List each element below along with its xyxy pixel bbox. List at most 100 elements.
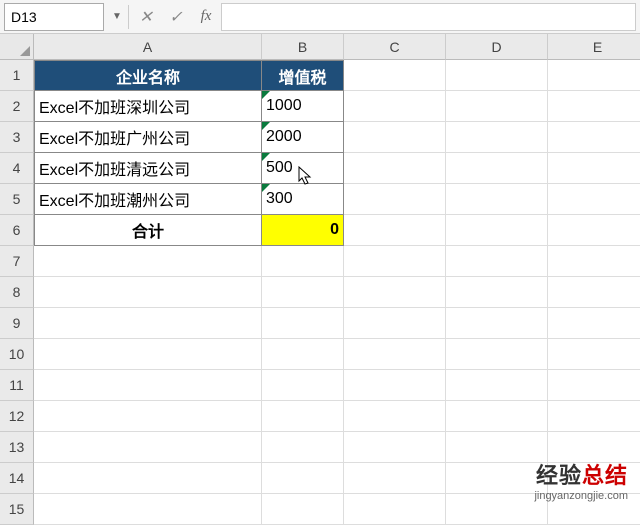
cell-D11[interactable] bbox=[446, 370, 548, 401]
cell-C6[interactable] bbox=[344, 215, 446, 246]
row-header-6[interactable]: 6 bbox=[0, 215, 34, 246]
total-value[interactable]: 0 bbox=[262, 215, 344, 246]
cell-A14[interactable] bbox=[34, 463, 262, 494]
cell-A15[interactable] bbox=[34, 494, 262, 525]
cancel-icon[interactable]: ✕ bbox=[131, 3, 161, 31]
cell-C1[interactable] bbox=[344, 60, 446, 91]
cell-B15[interactable] bbox=[262, 494, 344, 525]
cell-A13[interactable] bbox=[34, 432, 262, 463]
cell-A7[interactable] bbox=[34, 246, 262, 277]
col-header-a[interactable]: A bbox=[34, 34, 262, 60]
confirm-icon[interactable]: ✓ bbox=[161, 3, 191, 31]
cell-D3[interactable] bbox=[446, 122, 548, 153]
name-box[interactable]: D13 bbox=[4, 3, 104, 31]
row-header-7[interactable]: 7 bbox=[0, 246, 34, 277]
cell-D5[interactable] bbox=[446, 184, 548, 215]
cell-D8[interactable] bbox=[446, 277, 548, 308]
header-company-name[interactable]: 企业名称 bbox=[34, 60, 262, 91]
row-header-3[interactable]: 3 bbox=[0, 122, 34, 153]
cell-A8[interactable] bbox=[34, 277, 262, 308]
cell-B9[interactable] bbox=[262, 308, 344, 339]
cell-E14[interactable] bbox=[548, 463, 640, 494]
cell-B11[interactable] bbox=[262, 370, 344, 401]
cell-C14[interactable] bbox=[344, 463, 446, 494]
cell-D9[interactable] bbox=[446, 308, 548, 339]
name-box-dropdown[interactable]: ▼ bbox=[108, 11, 126, 22]
cell-B12[interactable] bbox=[262, 401, 344, 432]
cell-E11[interactable] bbox=[548, 370, 640, 401]
cell-C8[interactable] bbox=[344, 277, 446, 308]
cell-E10[interactable] bbox=[548, 339, 640, 370]
cell-C9[interactable] bbox=[344, 308, 446, 339]
cell-E13[interactable] bbox=[548, 432, 640, 463]
cell-D4[interactable] bbox=[446, 153, 548, 184]
cell-E8[interactable] bbox=[548, 277, 640, 308]
vat-value-3[interactable]: 500 bbox=[262, 153, 344, 184]
cell-D6[interactable] bbox=[446, 215, 548, 246]
vat-value-4[interactable]: 300 bbox=[262, 184, 344, 215]
cell-A11[interactable] bbox=[34, 370, 262, 401]
row-header-12[interactable]: 12 bbox=[0, 401, 34, 432]
formula-input[interactable] bbox=[221, 3, 636, 31]
cell-C10[interactable] bbox=[344, 339, 446, 370]
cell-C2[interactable] bbox=[344, 91, 446, 122]
header-vat[interactable]: 增值税 bbox=[262, 60, 344, 91]
cell-D14[interactable] bbox=[446, 463, 548, 494]
cell-A9[interactable] bbox=[34, 308, 262, 339]
row-header-11[interactable]: 11 bbox=[0, 370, 34, 401]
col-header-d[interactable]: D bbox=[446, 34, 548, 60]
cell-D2[interactable] bbox=[446, 91, 548, 122]
fx-icon[interactable]: fx bbox=[191, 3, 221, 31]
company-name-2[interactable]: Excel不加班广州公司 bbox=[34, 122, 262, 153]
cell-C7[interactable] bbox=[344, 246, 446, 277]
col-header-e[interactable]: E bbox=[548, 34, 640, 60]
cell-E4[interactable] bbox=[548, 153, 640, 184]
vat-value-1[interactable]: 1000 bbox=[262, 91, 344, 122]
row-header-13[interactable]: 13 bbox=[0, 432, 34, 463]
vat-value-2[interactable]: 2000 bbox=[262, 122, 344, 153]
row-header-1[interactable]: 1 bbox=[0, 60, 34, 91]
company-name-4[interactable]: Excel不加班潮州公司 bbox=[34, 184, 262, 215]
cell-E6[interactable] bbox=[548, 215, 640, 246]
cell-E12[interactable] bbox=[548, 401, 640, 432]
cell-A10[interactable] bbox=[34, 339, 262, 370]
company-name-1[interactable]: Excel不加班深圳公司 bbox=[34, 91, 262, 122]
cell-D1[interactable] bbox=[446, 60, 548, 91]
cell-B8[interactable] bbox=[262, 277, 344, 308]
cell-E3[interactable] bbox=[548, 122, 640, 153]
cell-C13[interactable] bbox=[344, 432, 446, 463]
cell-C5[interactable] bbox=[344, 184, 446, 215]
row-header-14[interactable]: 14 bbox=[0, 463, 34, 494]
row-header-2[interactable]: 2 bbox=[0, 91, 34, 122]
cell-C11[interactable] bbox=[344, 370, 446, 401]
cell-E15[interactable] bbox=[548, 494, 640, 525]
cell-B13[interactable] bbox=[262, 432, 344, 463]
cell-D10[interactable] bbox=[446, 339, 548, 370]
row-header-15[interactable]: 15 bbox=[0, 494, 34, 525]
total-label[interactable]: 合计 bbox=[34, 215, 262, 246]
cell-B10[interactable] bbox=[262, 339, 344, 370]
cell-E1[interactable] bbox=[548, 60, 640, 91]
cell-E9[interactable] bbox=[548, 308, 640, 339]
col-header-b[interactable]: B bbox=[262, 34, 344, 60]
row-header-8[interactable]: 8 bbox=[0, 277, 34, 308]
cell-C15[interactable] bbox=[344, 494, 446, 525]
row-header-4[interactable]: 4 bbox=[0, 153, 34, 184]
cell-C12[interactable] bbox=[344, 401, 446, 432]
cell-B7[interactable] bbox=[262, 246, 344, 277]
row-header-9[interactable]: 9 bbox=[0, 308, 34, 339]
cell-D12[interactable] bbox=[446, 401, 548, 432]
company-name-3[interactable]: Excel不加班清远公司 bbox=[34, 153, 262, 184]
cell-D13[interactable] bbox=[446, 432, 548, 463]
row-header-10[interactable]: 10 bbox=[0, 339, 34, 370]
cell-B14[interactable] bbox=[262, 463, 344, 494]
cell-C4[interactable] bbox=[344, 153, 446, 184]
cell-D7[interactable] bbox=[446, 246, 548, 277]
cell-E2[interactable] bbox=[548, 91, 640, 122]
row-header-5[interactable]: 5 bbox=[0, 184, 34, 215]
cell-C3[interactable] bbox=[344, 122, 446, 153]
cell-D15[interactable] bbox=[446, 494, 548, 525]
col-header-c[interactable]: C bbox=[344, 34, 446, 60]
select-all-corner[interactable] bbox=[0, 34, 34, 60]
cell-A12[interactable] bbox=[34, 401, 262, 432]
